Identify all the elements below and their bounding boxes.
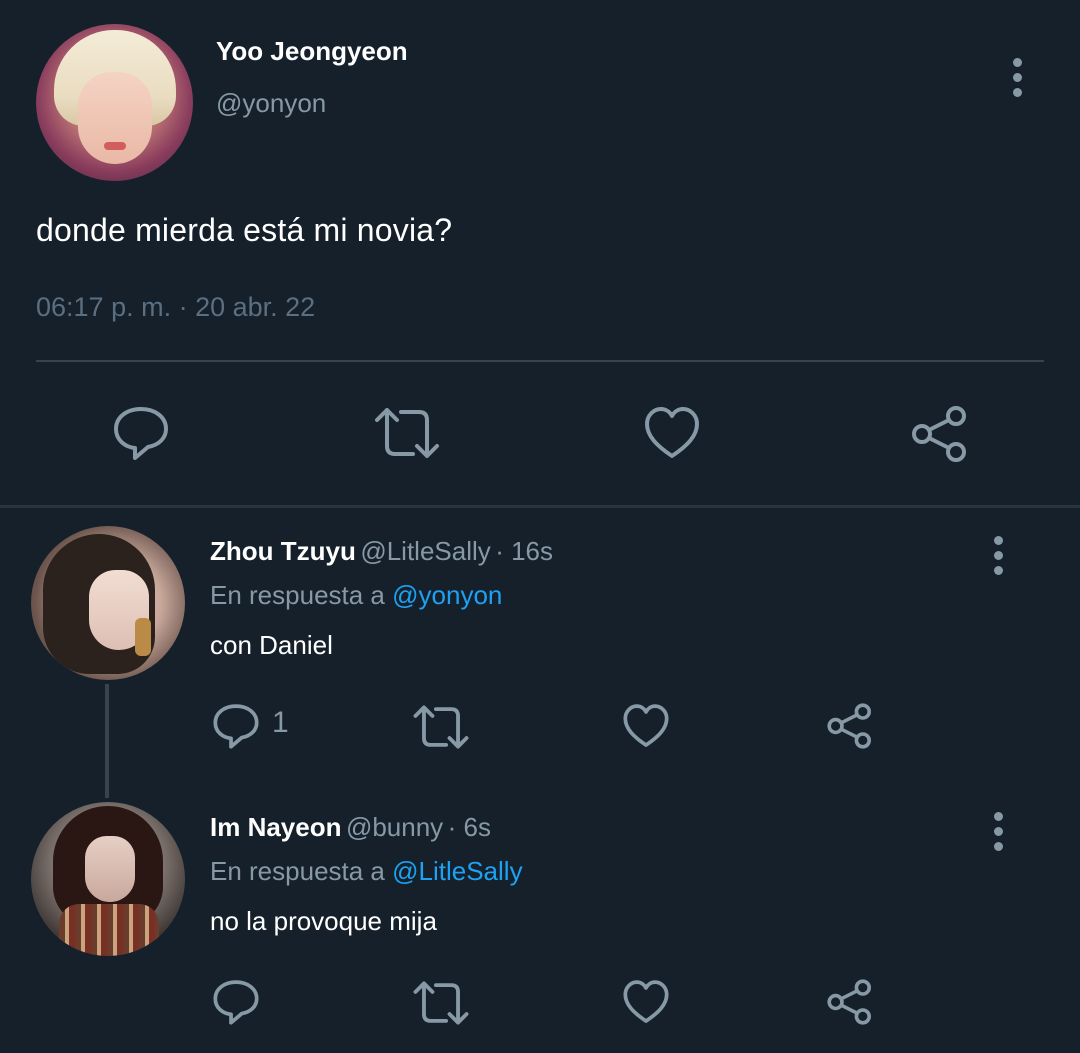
- like-icon[interactable]: [622, 979, 670, 1025]
- author-name[interactable]: Yoo Jeongyeon: [216, 36, 408, 67]
- avatar-lips: [104, 142, 126, 150]
- more-vertical-icon[interactable]: [992, 812, 1004, 857]
- avatar-earring: [135, 618, 151, 656]
- author-handle[interactable]: @yonyon: [216, 88, 326, 119]
- reply-time[interactable]: · 16s: [495, 536, 553, 566]
- reply-time[interactable]: · 6s: [448, 812, 491, 842]
- like-icon[interactable]: [643, 406, 701, 460]
- author-avatar[interactable]: [36, 24, 193, 181]
- reply-context: En respuesta a @yonyon: [210, 580, 502, 611]
- reply-author-handle[interactable]: @LitleSally: [360, 536, 490, 566]
- more-vertical-icon[interactable]: [1011, 58, 1023, 103]
- tweet-timestamp[interactable]: 06:17 p. m. · 20 abr. 22: [36, 292, 315, 323]
- reply-header: Im Nayeon @bunny · 6s: [210, 812, 491, 843]
- reply-text: no la provoque mija: [210, 906, 437, 936]
- reply-prefix: En respuesta a: [210, 580, 385, 610]
- more-vertical-icon[interactable]: [992, 536, 1004, 581]
- retweet-icon[interactable]: [412, 704, 470, 750]
- reply-icon[interactable]: [112, 404, 170, 462]
- reply-avatar[interactable]: [31, 526, 185, 680]
- mention-link[interactable]: @LitleSally: [392, 856, 522, 886]
- like-icon[interactable]: [622, 703, 670, 749]
- retweet-icon[interactable]: [412, 980, 470, 1026]
- reply-icon[interactable]: [212, 702, 260, 750]
- avatar-clothing: [59, 904, 159, 956]
- share-icon[interactable]: [910, 404, 970, 464]
- reply-avatar[interactable]: [31, 802, 185, 956]
- reply-header: Zhou Tzuyu @LitleSally · 16s: [210, 536, 553, 567]
- reply-count: 1: [272, 706, 289, 739]
- reply-text: con Daniel: [210, 630, 333, 660]
- share-icon[interactable]: [826, 978, 874, 1026]
- avatar-face: [78, 72, 152, 164]
- avatar-face: [85, 836, 135, 902]
- share-icon[interactable]: [826, 702, 874, 750]
- reply-prefix: En respuesta a: [210, 856, 385, 886]
- reply-icon[interactable]: [212, 978, 260, 1026]
- retweet-icon[interactable]: [373, 406, 441, 460]
- divider: [36, 360, 1044, 362]
- reply-context: En respuesta a @LitleSally: [210, 856, 523, 887]
- thread-line: [105, 684, 109, 798]
- tweet-text: donde mierda está mi novia?: [36, 212, 453, 248]
- mention-link[interactable]: @yonyon: [392, 580, 502, 610]
- reply-author-handle[interactable]: @bunny: [346, 812, 443, 842]
- reply-author-name[interactable]: Im Nayeon: [210, 812, 342, 842]
- section-separator: [0, 505, 1080, 508]
- reply-author-name[interactable]: Zhou Tzuyu: [210, 536, 356, 566]
